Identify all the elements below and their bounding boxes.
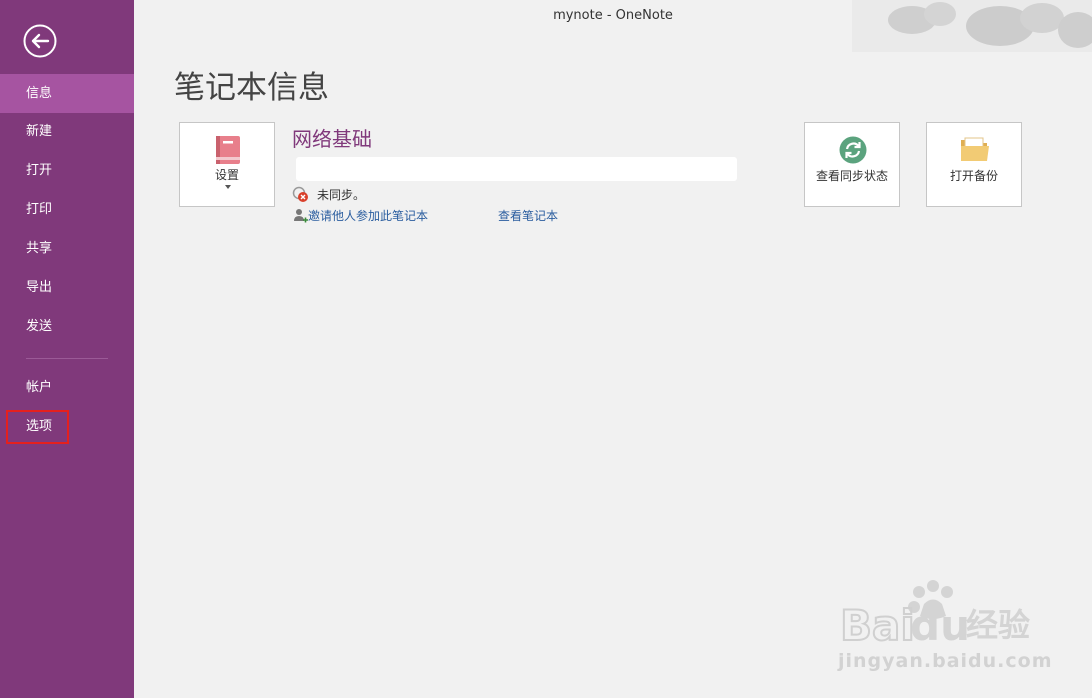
nav-export[interactable]: 导出 <box>0 268 134 307</box>
settings-button[interactable]: 设置 <box>179 122 275 207</box>
add-person-icon <box>294 209 308 223</box>
sync-icon <box>839 136 867 164</box>
nav-send[interactable]: 发送 <box>0 307 134 346</box>
open-backup-label: 打开备份 <box>949 169 998 183</box>
page-title: 笔记本信息 <box>174 70 329 106</box>
view-sync-status-button[interactable]: 查看同步状态 <box>804 122 900 207</box>
invite-link[interactable]: 邀请他人参加此笔记本 <box>308 207 428 224</box>
svg-text:经验: 经验 <box>966 606 1030 644</box>
sync-status-text: 未同步。 <box>317 188 366 202</box>
watermark-url: jingyan.baidu.com <box>838 650 1053 672</box>
view-notebook-link[interactable]: 查看笔记本 <box>498 207 558 224</box>
svg-text:du: du <box>910 601 970 650</box>
nav-account[interactable]: 帐户 <box>0 368 134 407</box>
settings-label: 设置 <box>214 168 239 182</box>
nav-share[interactable]: 共享 <box>0 229 134 268</box>
options-highlight-box <box>6 410 69 444</box>
open-backup-button[interactable]: 打开备份 <box>926 122 1022 207</box>
notebook-icon <box>216 136 240 164</box>
sync-error-icon <box>292 186 308 202</box>
svg-text:Bai: Bai <box>840 601 915 650</box>
nav-divider <box>26 358 108 359</box>
nav-new[interactable]: 新建 <box>0 112 134 151</box>
chevron-down-icon <box>225 185 231 189</box>
notebook-name: 网络基础 <box>292 127 372 151</box>
back-arrow-icon[interactable] <box>23 24 57 58</box>
title-decoration <box>852 0 1092 52</box>
nav-open[interactable]: 打开 <box>0 151 134 190</box>
nav-print[interactable]: 打印 <box>0 190 134 229</box>
view-sync-status-label: 查看同步状态 <box>815 169 888 183</box>
sync-status-row: 未同步。 <box>292 186 365 203</box>
notebook-path-field <box>296 157 737 181</box>
folder-icon <box>961 137 989 161</box>
backstage-sidebar: 信息 新建 打开 打印 共享 导出 发送 帐户 选项 <box>0 0 134 698</box>
baidu-logo-watermark: Bai du 经验 <box>839 580 1030 650</box>
nav-info[interactable]: 信息 <box>0 74 134 113</box>
